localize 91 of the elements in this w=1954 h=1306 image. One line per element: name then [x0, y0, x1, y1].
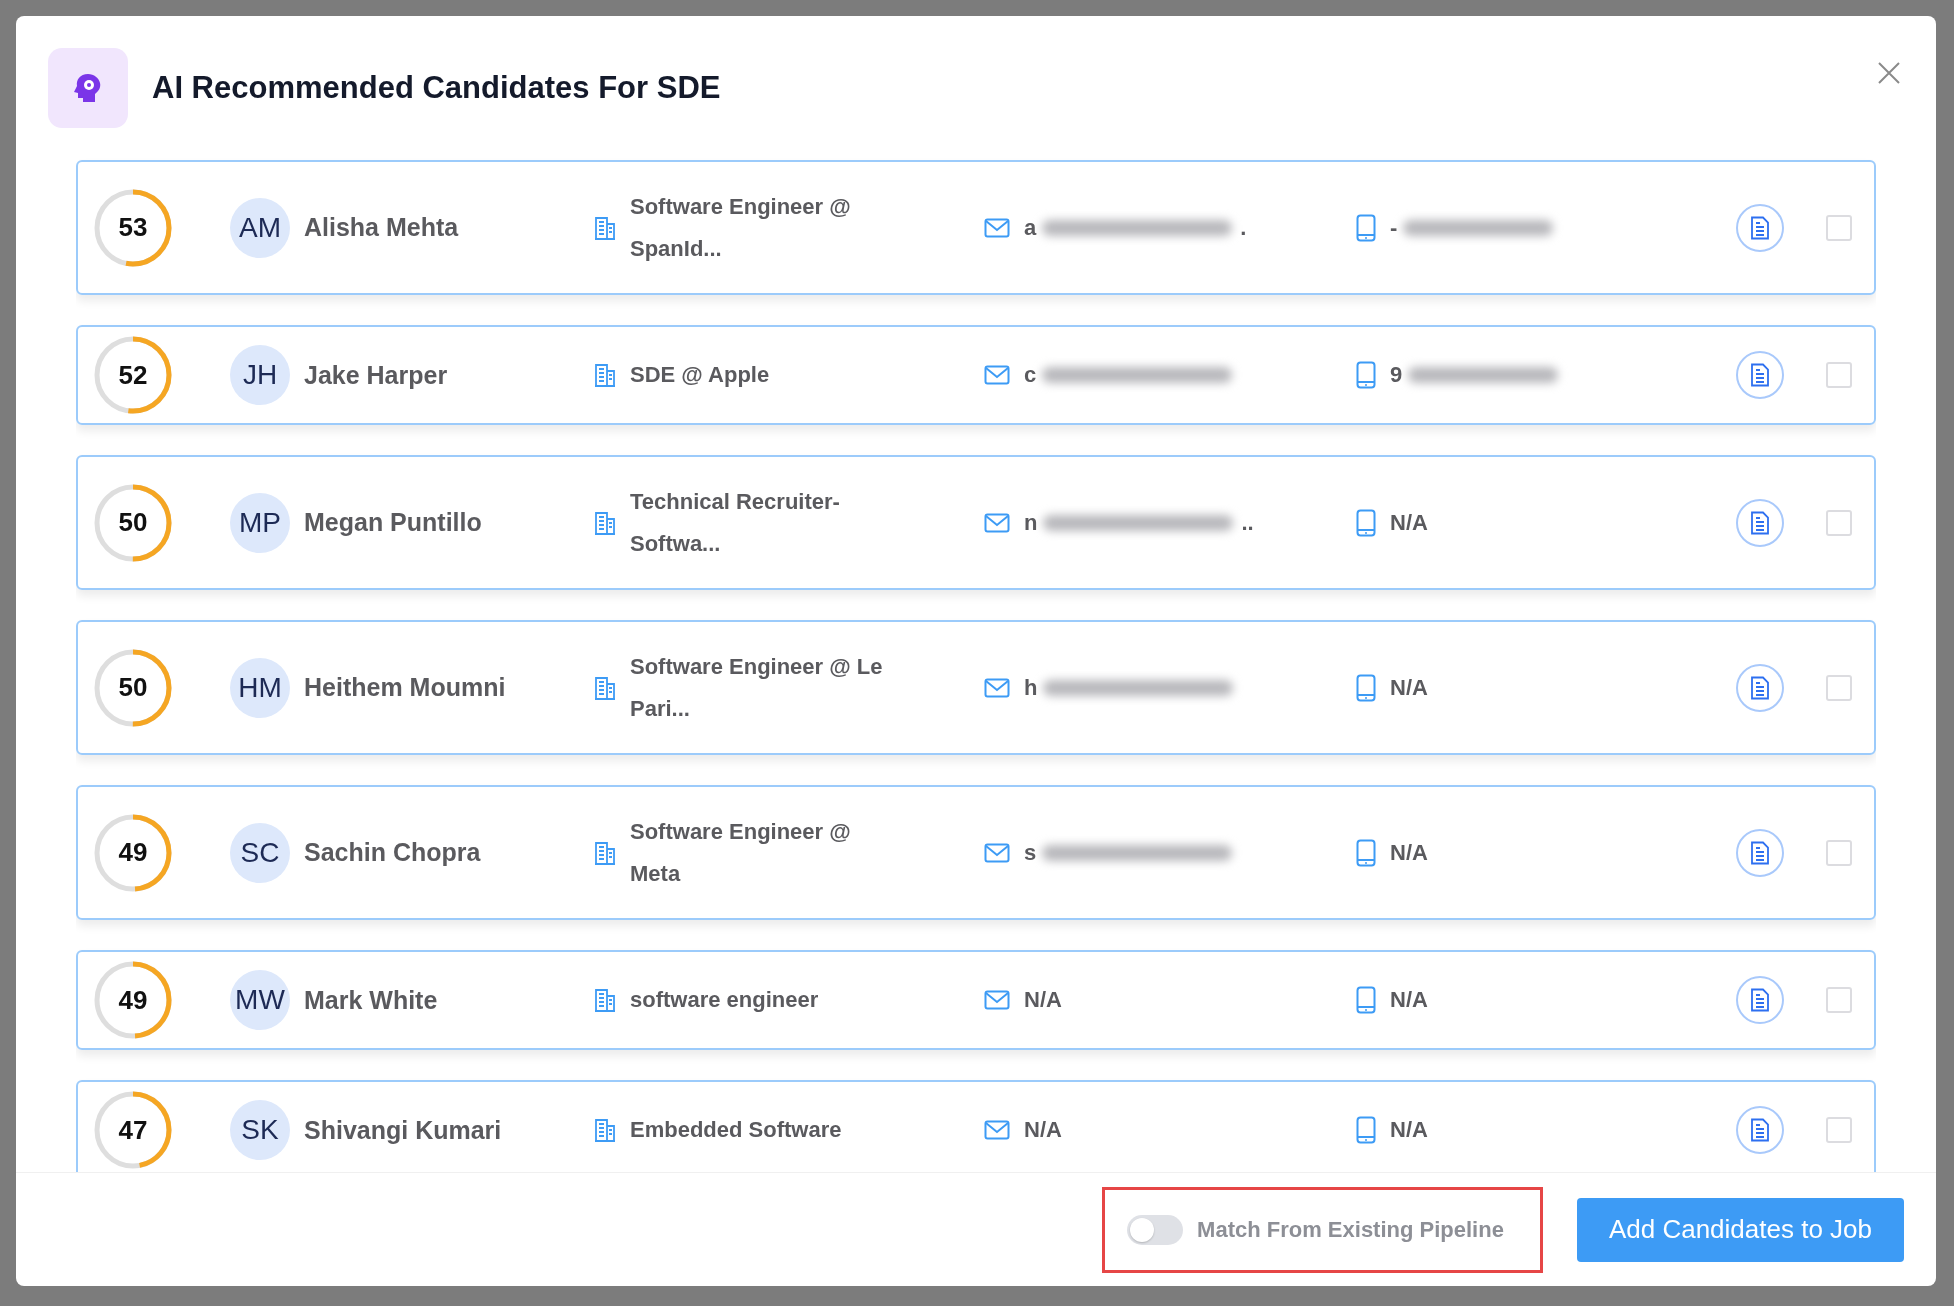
envelope-icon: [984, 512, 1010, 533]
phone-text: N/A: [1390, 987, 1428, 1013]
resume-button[interactable]: [1736, 976, 1784, 1024]
select-checkbox[interactable]: [1826, 214, 1852, 241]
building-icon: [594, 510, 616, 535]
select-checkbox[interactable]: [1826, 362, 1852, 388]
document-icon: [1750, 363, 1770, 387]
phone-text: N/A: [1390, 839, 1428, 866]
mobile-phone-icon: [1356, 361, 1376, 389]
envelope-icon: [984, 365, 1010, 385]
document-icon: [1750, 1118, 1770, 1142]
toggle-label: Match From Existing Pipeline: [1197, 1216, 1504, 1243]
job-headline: Technical Recruiter- Softwa...: [630, 487, 841, 558]
job-headline: software engineer: [630, 986, 820, 1014]
match-score: 50: [118, 507, 148, 538]
match-score: 53: [118, 212, 148, 243]
building-icon: [594, 1118, 616, 1142]
select-checkbox[interactable]: [1826, 509, 1852, 536]
envelope-icon: [984, 217, 1010, 238]
envelope-icon: [984, 990, 1010, 1010]
resume-button[interactable]: [1736, 498, 1784, 547]
candidate-name: Megan Puntillo: [304, 508, 483, 537]
candidate-name: Alisha Mehta: [304, 213, 460, 242]
candidate-name: Mark White: [304, 985, 439, 1015]
match-score: 49: [118, 837, 148, 868]
mobile-phone-icon: [1356, 986, 1376, 1014]
phone-text: N/A: [1390, 509, 1428, 536]
mobile-phone-icon: [1356, 673, 1376, 702]
candidate-name: Jake Harper: [304, 360, 449, 390]
toggle-switch[interactable]: [1127, 1214, 1184, 1245]
email-text: N/A: [1024, 987, 1062, 1013]
avatar: SC: [230, 822, 290, 883]
email-text: s: [1024, 839, 1037, 866]
candidate-name: Heithem Moumni: [304, 673, 507, 702]
match-score: 50: [118, 672, 148, 703]
email-text: .: [1240, 214, 1247, 241]
candidate-name: Sachin Chopra: [304, 838, 482, 867]
job-headline: SDE @ Apple: [630, 361, 771, 389]
document-icon: [1750, 988, 1770, 1012]
email-text: N/A: [1024, 1117, 1062, 1143]
document-icon: [1750, 510, 1770, 535]
job-headline: Software Engineer @ SpanId...: [630, 192, 852, 263]
phone-text: -: [1390, 214, 1398, 241]
avatar: MP: [230, 492, 290, 553]
add-candidates-button[interactable]: Add Candidates to Job: [1576, 1197, 1904, 1262]
mobile-phone-icon: [1356, 1116, 1376, 1144]
avatar: JH: [230, 345, 290, 405]
building-icon: [594, 988, 616, 1012]
match-score: 52: [118, 359, 148, 391]
avatar: SK: [230, 1100, 290, 1160]
envelope-icon: [984, 677, 1010, 698]
avatar: MW: [230, 970, 290, 1030]
phone-text: N/A: [1390, 1117, 1428, 1143]
resume-button[interactable]: [1736, 1106, 1784, 1154]
building-icon: [594, 675, 616, 700]
select-checkbox[interactable]: [1826, 1117, 1852, 1143]
email-text: a: [1024, 214, 1037, 241]
select-checkbox[interactable]: [1826, 674, 1852, 701]
candidate-name: Shivangi Kumari: [304, 1115, 503, 1145]
resume-button[interactable]: [1736, 828, 1784, 877]
mobile-phone-icon: [1356, 213, 1376, 242]
document-icon: [1750, 215, 1770, 240]
job-headline: Software Engineer @ Meta: [630, 817, 852, 888]
building-icon: [594, 215, 616, 240]
phone-text: N/A: [1390, 674, 1428, 701]
email-text: c: [1024, 362, 1037, 388]
building-icon: [594, 363, 616, 387]
select-checkbox[interactable]: [1826, 839, 1852, 866]
match-score: 47: [118, 1114, 148, 1146]
phone-text: 9: [1390, 362, 1403, 388]
document-icon: [1750, 840, 1770, 865]
job-headline: Software Engineer @ Le Pari...: [630, 652, 884, 723]
email-text: h: [1024, 674, 1038, 701]
avatar: AM: [230, 197, 290, 258]
email-text: n: [1024, 509, 1038, 536]
ai-head-icon: [48, 48, 128, 128]
mobile-phone-icon: [1356, 838, 1376, 867]
avatar: HM: [230, 657, 290, 718]
resume-button[interactable]: [1736, 663, 1784, 712]
document-icon: [1750, 675, 1770, 700]
job-headline: Embedded Software: [630, 1116, 843, 1144]
building-icon: [594, 840, 616, 865]
resume-button[interactable]: [1736, 351, 1784, 399]
dialog-title: AI Recommended Candidates For SDE: [152, 70, 722, 106]
select-checkbox[interactable]: [1826, 987, 1852, 1013]
email-text: ..: [1241, 509, 1254, 536]
envelope-icon: [984, 1120, 1010, 1140]
match-score: 49: [118, 984, 148, 1016]
resume-button[interactable]: [1736, 203, 1784, 252]
mobile-phone-icon: [1356, 508, 1376, 537]
envelope-icon: [984, 842, 1010, 863]
